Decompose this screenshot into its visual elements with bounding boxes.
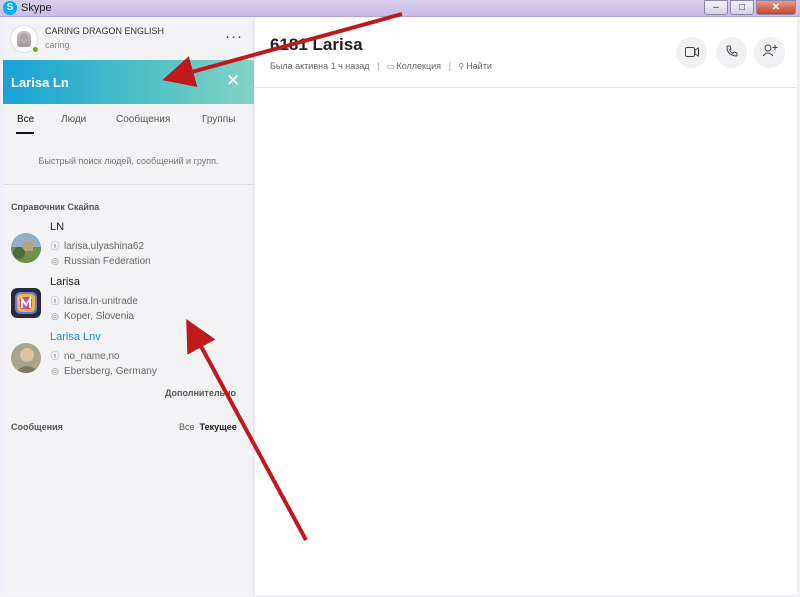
- message-filters: Все Текущее: [179, 422, 237, 432]
- search-icon: ⚲: [458, 62, 465, 71]
- tab-people[interactable]: Люди: [61, 114, 86, 125]
- divider: [3, 184, 254, 185]
- active-tab-indicator: [16, 132, 34, 134]
- skype-id: no_name,no: [64, 351, 120, 362]
- avatar: [11, 343, 41, 373]
- skype-icon: ⓢ: [50, 296, 60, 306]
- location: Ebersberg, Germany: [64, 366, 157, 377]
- find-link[interactable]: Найти: [466, 61, 492, 71]
- profile-mood: caring: [45, 40, 70, 50]
- filter-current[interactable]: Текущее: [200, 422, 237, 432]
- chat-panel: 6181 Larisa Была активна 1 ч назад | ▭ Ко…: [255, 18, 797, 595]
- more-results-link[interactable]: Дополнительно: [165, 388, 236, 398]
- skype-id: larisa.ulyashina62: [64, 241, 145, 252]
- location-pin-icon: ◎: [51, 366, 59, 376]
- profile-image: [17, 31, 31, 47]
- chat-title[interactable]: 6181 Larisa: [270, 35, 363, 55]
- separator: |: [448, 61, 451, 71]
- search-hint: Быстрый поиск людей, сообщений и групп.: [38, 156, 219, 166]
- skype-icon: ⓢ: [50, 241, 60, 251]
- skype-id: larisa.ln-unitrade: [64, 296, 138, 307]
- location: Russian Federation: [64, 256, 151, 267]
- list-item[interactable]: Larisa ⓢ larisa.ln-unitrade ◎ Koper, Slove…: [3, 276, 254, 330]
- location-pin-icon: ◎: [51, 311, 59, 321]
- maximize-button[interactable]: □: [730, 0, 754, 15]
- skype-logo-icon: S: [3, 1, 17, 15]
- search-tabs: Все Люди Сообщения Группы: [3, 114, 254, 142]
- filter-all[interactable]: Все: [179, 422, 195, 432]
- contact-name: Larisa: [50, 276, 80, 288]
- tab-all[interactable]: Все: [17, 114, 34, 125]
- profile-name: CARING DRAGON ENGLISH: [45, 26, 165, 36]
- window-title: Skype: [21, 2, 52, 14]
- video-call-icon[interactable]: [676, 37, 707, 68]
- search-bar: ✕: [3, 60, 254, 104]
- avatar: [11, 288, 41, 318]
- contact-name: LN: [50, 221, 65, 233]
- add-person-icon[interactable]: [754, 37, 785, 68]
- directory-section-title: Справочник Скайпа: [11, 202, 100, 212]
- profile-header[interactable]: CARING DRAGON ENGLISH caring ···: [3, 18, 254, 60]
- app-logo-image: [11, 288, 41, 318]
- tab-groups[interactable]: Группы: [202, 114, 235, 125]
- location-pin-icon: ◎: [51, 256, 59, 266]
- last-seen: Была активна 1 ч назад: [270, 61, 370, 71]
- audio-call-icon[interactable]: [716, 37, 747, 68]
- landscape-photo: [11, 233, 41, 263]
- minimize-button[interactable]: –: [704, 0, 728, 15]
- presence-online-icon: [31, 45, 40, 54]
- gallery-link[interactable]: Коллекция: [396, 61, 441, 71]
- chat-header: 6181 Larisa Была активна 1 ч назад | ▭ Ко…: [255, 18, 797, 88]
- search-input[interactable]: [11, 71, 211, 93]
- more-options-button[interactable]: ···: [225, 28, 243, 45]
- tab-messages[interactable]: Сообщения: [116, 114, 170, 125]
- gallery-icon: ▭: [386, 62, 395, 71]
- list-item[interactable]: LN ⓢ larisa.ulyashina62 ◎ Russian Federati…: [3, 221, 254, 275]
- separator: |: [377, 61, 380, 71]
- sidebar: CARING DRAGON ENGLISH caring ··· ✕ Все Л…: [3, 18, 254, 595]
- messages-section-title: Сообщения: [11, 422, 63, 432]
- location: Koper, Slovenia: [64, 311, 135, 322]
- title-bar: S Skype – □ ✕: [0, 0, 800, 17]
- person-photo: [11, 343, 41, 373]
- contact-name: Larisa Lnv: [50, 331, 101, 343]
- close-button[interactable]: ✕: [756, 0, 796, 15]
- avatar: [11, 233, 41, 263]
- chat-meta: Была активна 1 ч назад | ▭ Коллекция | ⚲ Н…: [270, 61, 492, 71]
- skype-icon: ⓢ: [50, 351, 60, 361]
- close-icon[interactable]: ✕: [224, 72, 242, 90]
- list-item[interactable]: Larisa Lnv ⓢ no_name,no ◎ Ebersberg, Germa…: [3, 331, 254, 385]
